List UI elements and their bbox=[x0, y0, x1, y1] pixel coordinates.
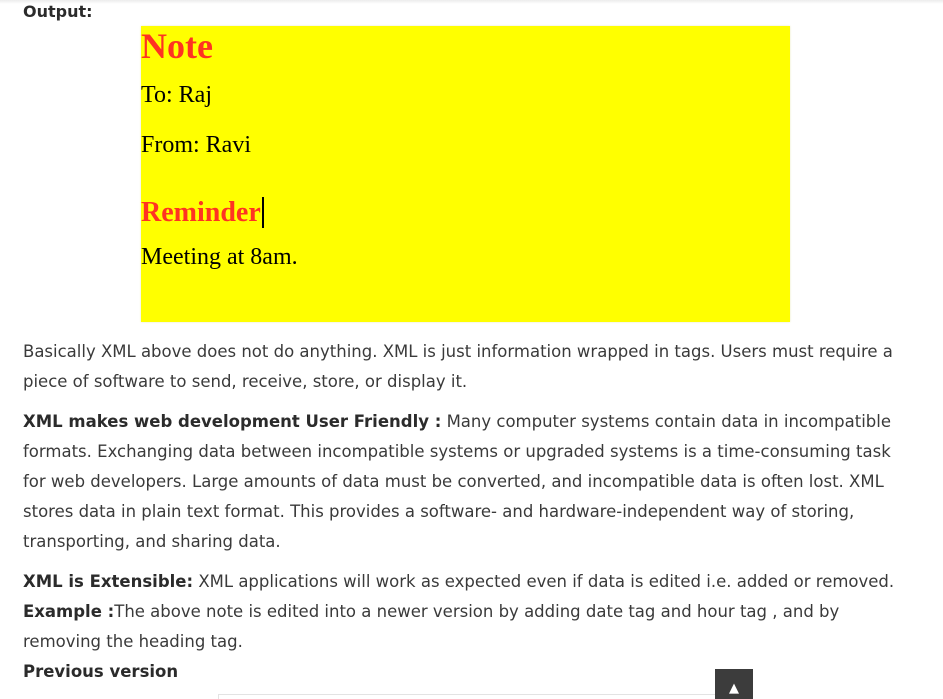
note-to: To: Raj bbox=[141, 82, 212, 108]
paragraph-user-friendly: XML makes web development User Friendly … bbox=[23, 407, 913, 557]
note-from: From: Ravi bbox=[141, 132, 252, 158]
paragraph-extensible: XML is Extensible: XML applications will… bbox=[23, 567, 913, 657]
previous-version-code-box bbox=[218, 694, 716, 699]
note-body: Meeting at 8am. bbox=[141, 244, 298, 270]
paragraph-intro: Basically XML above does not do anything… bbox=[23, 337, 913, 397]
paragraph-user-friendly-text: Many computer systems contain data in in… bbox=[23, 412, 892, 551]
text-cursor bbox=[261, 197, 264, 228]
paragraph-extensible-heading: XML is Extensible: bbox=[23, 572, 194, 591]
scroll-to-top-button[interactable]: ▲ bbox=[715, 669, 753, 699]
example-text: The above note is edited into a newer ve… bbox=[23, 602, 840, 651]
top-shadow bbox=[0, 0, 943, 4]
arrow-up-icon: ▲ bbox=[729, 681, 739, 696]
paragraph-intro-text: Basically XML above does not do anything… bbox=[23, 342, 893, 391]
paragraph-extensible-text: XML applications will work as expected e… bbox=[193, 572, 895, 591]
paragraph-user-friendly-heading: XML makes web development User Friendly … bbox=[23, 412, 442, 431]
note-title: Note bbox=[141, 26, 213, 66]
note-heading: Reminder bbox=[141, 197, 261, 228]
example-heading: Example : bbox=[23, 602, 115, 621]
note-heading-row: Reminder bbox=[141, 197, 264, 229]
output-label: Output: bbox=[23, 2, 93, 21]
previous-version-heading: Previous version bbox=[23, 662, 179, 681]
note-output-box: Note To: Raj From: Ravi Reminder Meeting… bbox=[141, 26, 790, 322]
